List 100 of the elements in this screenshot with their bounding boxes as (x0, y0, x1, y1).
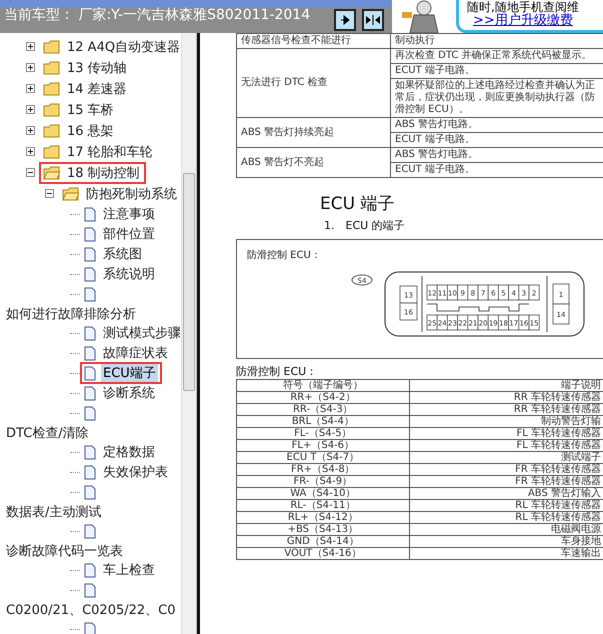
tree-item[interactable]: 系统说明 (101, 265, 157, 283)
tree-section-label[interactable]: 如何进行故障排除分析 (6, 304, 136, 322)
folder-icon (43, 102, 60, 116)
tree-item[interactable]: 系统图 (101, 245, 144, 263)
tree-item[interactable]: 部件位置 (101, 225, 157, 243)
expand-button[interactable] (26, 63, 35, 72)
tree-section-label[interactable]: C0200/21、C0205/22、C0 (6, 600, 176, 618)
tree-item[interactable]: 定格数据 (101, 443, 157, 461)
tree-section-label[interactable]: DTC检查/清除 (6, 424, 89, 442)
expand-button[interactable] (26, 105, 35, 114)
table-cell: RL 车轮转速传感器 (409, 500, 603, 512)
table-cell: FL+（S4-6） (236, 440, 410, 452)
document-icon (84, 286, 96, 302)
tree-item[interactable]: 测试模式步骤 (101, 324, 181, 342)
collapse-pane-button[interactable] (362, 9, 384, 31)
tree-item[interactable]: 17 轮胎和车轮 (65, 142, 155, 160)
table-cell: VOUT（S4-16） (236, 548, 410, 560)
column-header: 符号（端子编号） (236, 380, 410, 392)
expand-button[interactable] (26, 147, 35, 156)
table-cell: 车身接地 (409, 536, 603, 548)
document-icon (84, 444, 96, 460)
open-folder-icon (62, 186, 79, 200)
table-cell: FR+（S4-8） (236, 464, 410, 476)
document-icon (84, 386, 96, 400)
scrollbar-thumb[interactable] (183, 173, 195, 391)
table-cell: FR 车轮转速传感器 (409, 476, 603, 488)
table-cell: ABS 警告灯持续亮起 (236, 118, 390, 148)
tree-item[interactable]: 16 悬架 (65, 122, 116, 140)
ad-text: 随时,随地手机查阅维 (467, 0, 580, 14)
document-icon (84, 326, 96, 340)
document-icon (84, 246, 96, 262)
section-title: ECU 端子 (320, 193, 396, 215)
tree-item[interactable]: 防抱死制动系统 (84, 184, 179, 202)
tree-item[interactable]: 故障症状表 (101, 344, 170, 362)
table-cell: ABS 警告灯电路。 (390, 148, 603, 162)
document-icon (84, 366, 96, 380)
folder-icon (43, 82, 60, 96)
document-icon (84, 266, 96, 282)
folder-icon (43, 60, 60, 74)
table-cell: ECUT 端子电路。 (390, 64, 603, 78)
table-cell: ECU T（S4-7） (236, 452, 410, 464)
tree-item[interactable]: 诊断系统 (101, 384, 157, 402)
tree-section-label[interactable]: 诊断故障代码一览表 (6, 542, 123, 560)
table-cell: FL 车轮转速传感器 (409, 428, 603, 440)
table-cell: RL-（S4-11） (236, 500, 410, 512)
folder-icon (43, 40, 60, 54)
table-cell: GND（S4-14） (236, 536, 410, 548)
table-cell: ECUT 端子电路。 (390, 132, 603, 148)
table-caption: 防滑控制 ECU： (236, 364, 318, 379)
scrollbar[interactable] (181, 33, 196, 634)
expand-button[interactable] (26, 42, 35, 51)
document-icon (84, 582, 96, 598)
table-cell: RR-（S4-3） (236, 404, 410, 416)
collapse-button[interactable] (26, 168, 35, 177)
folder-icon (43, 144, 60, 158)
open-folder-icon (43, 166, 60, 180)
column-header: 端子说明 (409, 380, 603, 392)
table-cell: WA（S4-10） (236, 488, 410, 500)
table-cell: ABS 警告灯输入 (409, 488, 603, 500)
tree-item[interactable]: 14 差速器 (65, 80, 129, 98)
subsection-title: 1. ECU 的端子 (324, 218, 406, 233)
table-cell: 测试端子 (409, 452, 603, 464)
table-cell: ABS 警告灯电路。 (390, 118, 603, 132)
table-cell: FL-（S4-5） (236, 428, 410, 440)
table-cell: FR 车轮转速传感器 (409, 464, 603, 476)
tree-item[interactable]: 15 车桥 (65, 100, 116, 118)
document-icon (84, 524, 96, 538)
table-cell: ECUT 端子电路。 (390, 162, 603, 178)
arrows-inward-icon (366, 15, 380, 25)
expand-pane-button[interactable] (334, 9, 356, 31)
document-icon (84, 206, 96, 222)
vehicle-model-title: 当前车型： 厂家:Y-一汽吉林森雅S802011-2014 (3, 6, 312, 25)
connector-caption: 防滑控制 ECU： (247, 248, 322, 262)
tree-item[interactable]: 失效保护表 (101, 463, 170, 481)
table-cell: RR+（S4-2） (236, 392, 410, 404)
tree-section-label[interactable]: 数据表/主动测试 (6, 502, 102, 520)
collapse-button[interactable] (45, 189, 54, 198)
tree-item[interactable]: ECU端子 (101, 364, 158, 382)
expand-button[interactable] (26, 126, 35, 135)
table-cell: BRL（S4-4） (236, 416, 410, 428)
table-cell: 传感器信号检查不能进行 (236, 34, 390, 48)
tree-item[interactable]: 12 A4Q自动变速器 (65, 38, 181, 56)
document-icon (84, 464, 96, 480)
upgrade-link[interactable]: >>用户升级缴费 (473, 14, 603, 28)
document-icon (84, 346, 96, 360)
table-cell: RL 车轮转速传感器 (409, 512, 603, 524)
tree-item[interactable]: 注意事项 (101, 205, 157, 223)
table-cell: 电磁阀电源 (409, 524, 603, 536)
table-cell: 制动执行 (390, 34, 603, 48)
table-cell: RR 车轮转速传感器 (409, 392, 603, 404)
table-cell: +BS（S4-13） (236, 524, 410, 536)
expand-button[interactable] (26, 84, 35, 93)
table-cell: FL 车轮转速传感器 (409, 440, 603, 452)
table-cell: 如果怀疑部位的上述电路经过检查并确认为正常后，症状仍出现，则应更换制动执行器（防滑控制 ECU）。 (390, 78, 603, 118)
tree-item[interactable]: 18 制动控制 (65, 164, 142, 182)
table-cell: FR-（S4-9） (236, 476, 410, 488)
table-cell: ABS 警告灯不亮起 (236, 148, 390, 178)
arrow-right-icon (340, 15, 350, 25)
document-icon (84, 622, 96, 634)
table-cell: RL+（S4-12） (236, 512, 410, 524)
